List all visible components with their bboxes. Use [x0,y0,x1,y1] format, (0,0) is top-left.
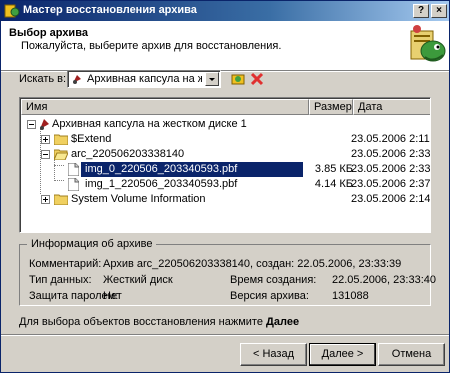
tree-item-date: 23.05.2006 2:37:33 [351,178,431,190]
tree-item-label: arc_220506203338140 [71,148,185,160]
tree-row[interactable]: System Volume Information 23.05.2006 2:1… [21,192,431,207]
refresh-icon[interactable] [230,71,246,87]
tree-item-label: img_1_220506_203340593.pbf [85,178,238,190]
archive-file-icon [68,163,79,176]
wizard-window: Мастер восстановления архива ? × Выбор а… [0,0,450,373]
tree-row[interactable]: img_1_220506_203340593.pbf 4.14 КБ 23.05… [21,177,431,192]
folder-icon [54,194,68,205]
created-label: Время создания: [230,274,317,286]
column-header-date[interactable]: Дата [353,99,430,115]
chevron-down-icon[interactable] [205,72,219,86]
comment-value: Архив arc_220506203338140, создан: 22.05… [103,258,402,270]
tree-item-date: 23.05.2006 2:33:40 [351,148,431,160]
datatype-value: Жесткий диск [103,274,173,286]
tree-item-label: Архивная капсула на жестком диске 1 [52,118,247,130]
capsule-icon [73,75,81,84]
folder-open-icon [54,149,68,160]
version-label: Версия архива: [230,290,309,302]
archive-file-icon [68,178,79,191]
tree-item-date: 23.05.2006 2:11:58 [351,133,430,145]
capsule-icon [40,119,49,130]
tree-row-selected[interactable]: img_0_220506_203340593.pbf 3.85 КБ 23.05… [21,162,431,177]
combo-value: Архивная капсула на жестком [87,73,202,85]
password-value: Нет [103,290,122,302]
collapse-icon[interactable] [41,150,50,159]
created-value: 22.05.2006, 23:33:40 [332,274,436,286]
tree-row[interactable]: $Extend 23.05.2006 2:11:58 [21,132,430,147]
delete-icon[interactable] [249,71,265,87]
back-button[interactable]: < Назад [240,343,307,366]
help-button[interactable]: ? [413,4,429,18]
tree-item-label: $Extend [71,133,112,145]
folder-icon [54,134,68,145]
cancel-button[interactable]: Отмена [378,343,445,366]
tree-row[interactable]: arc_220506203338140 23.05.2006 2:33:40 [21,147,431,162]
column-header-name[interactable]: Имя [21,99,309,115]
next-hint: Для выбора объектов восстановления нажми… [19,316,299,328]
title-bar[interactable]: Мастер восстановления архива ? × [1,1,449,21]
tree-item-date: 23.05.2006 2:14:41 [351,193,431,205]
datatype-label: Тип данных: [29,274,92,286]
next-button[interactable]: Далее > [309,343,376,366]
page-subtitle: Пожалуйста, выберите архив для восстанов… [21,40,282,52]
wizard-header: Выбор архива Пожалуйста, выберите архив … [1,21,449,71]
tree-item-size: 4.14 КБ [314,178,353,190]
tree-item-label: System Volume Information [71,193,206,205]
page-title: Выбор архива [9,27,88,39]
tree-item-label: img_0_220506_203340593.pbf [85,163,238,175]
wizard-logo-icon [410,25,446,62]
archive-info-legend: Информация об архиве [27,238,157,250]
expand-icon[interactable] [41,135,50,144]
search-label: Искать в: [19,73,67,85]
comment-label: Комментарий: [29,258,102,270]
footer-divider-highlight [1,335,449,336]
hint-bold: Далее [266,316,300,328]
column-header-size[interactable]: Размер [309,99,353,115]
expand-icon[interactable] [41,195,50,204]
window-title: Мастер восстановления архива [23,4,197,16]
version-value: 131088 [332,290,369,302]
tree-item-date: 23.05.2006 2:33:40 [351,163,431,175]
hint-text: Для выбора объектов восстановления нажми… [19,316,267,328]
tree-row[interactable]: Архивная капсула на жестком диске 1 [21,117,430,132]
archive-tree[interactable]: Имя Размер Дата Архивная капсула на жест… [19,97,431,233]
location-combobox[interactable]: Архивная капсула на жестком [67,70,221,88]
tree-item-size: 3.85 КБ [314,163,353,175]
collapse-icon[interactable] [27,120,36,129]
app-icon [4,4,20,18]
close-button[interactable]: × [431,4,447,18]
